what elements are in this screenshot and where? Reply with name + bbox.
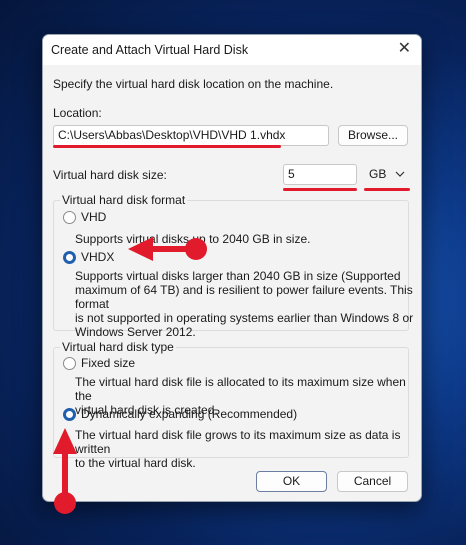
annotation-arrows xyxy=(53,237,207,514)
arrow-to-dynamic xyxy=(53,428,77,514)
arrow-to-vhdx xyxy=(128,237,207,261)
